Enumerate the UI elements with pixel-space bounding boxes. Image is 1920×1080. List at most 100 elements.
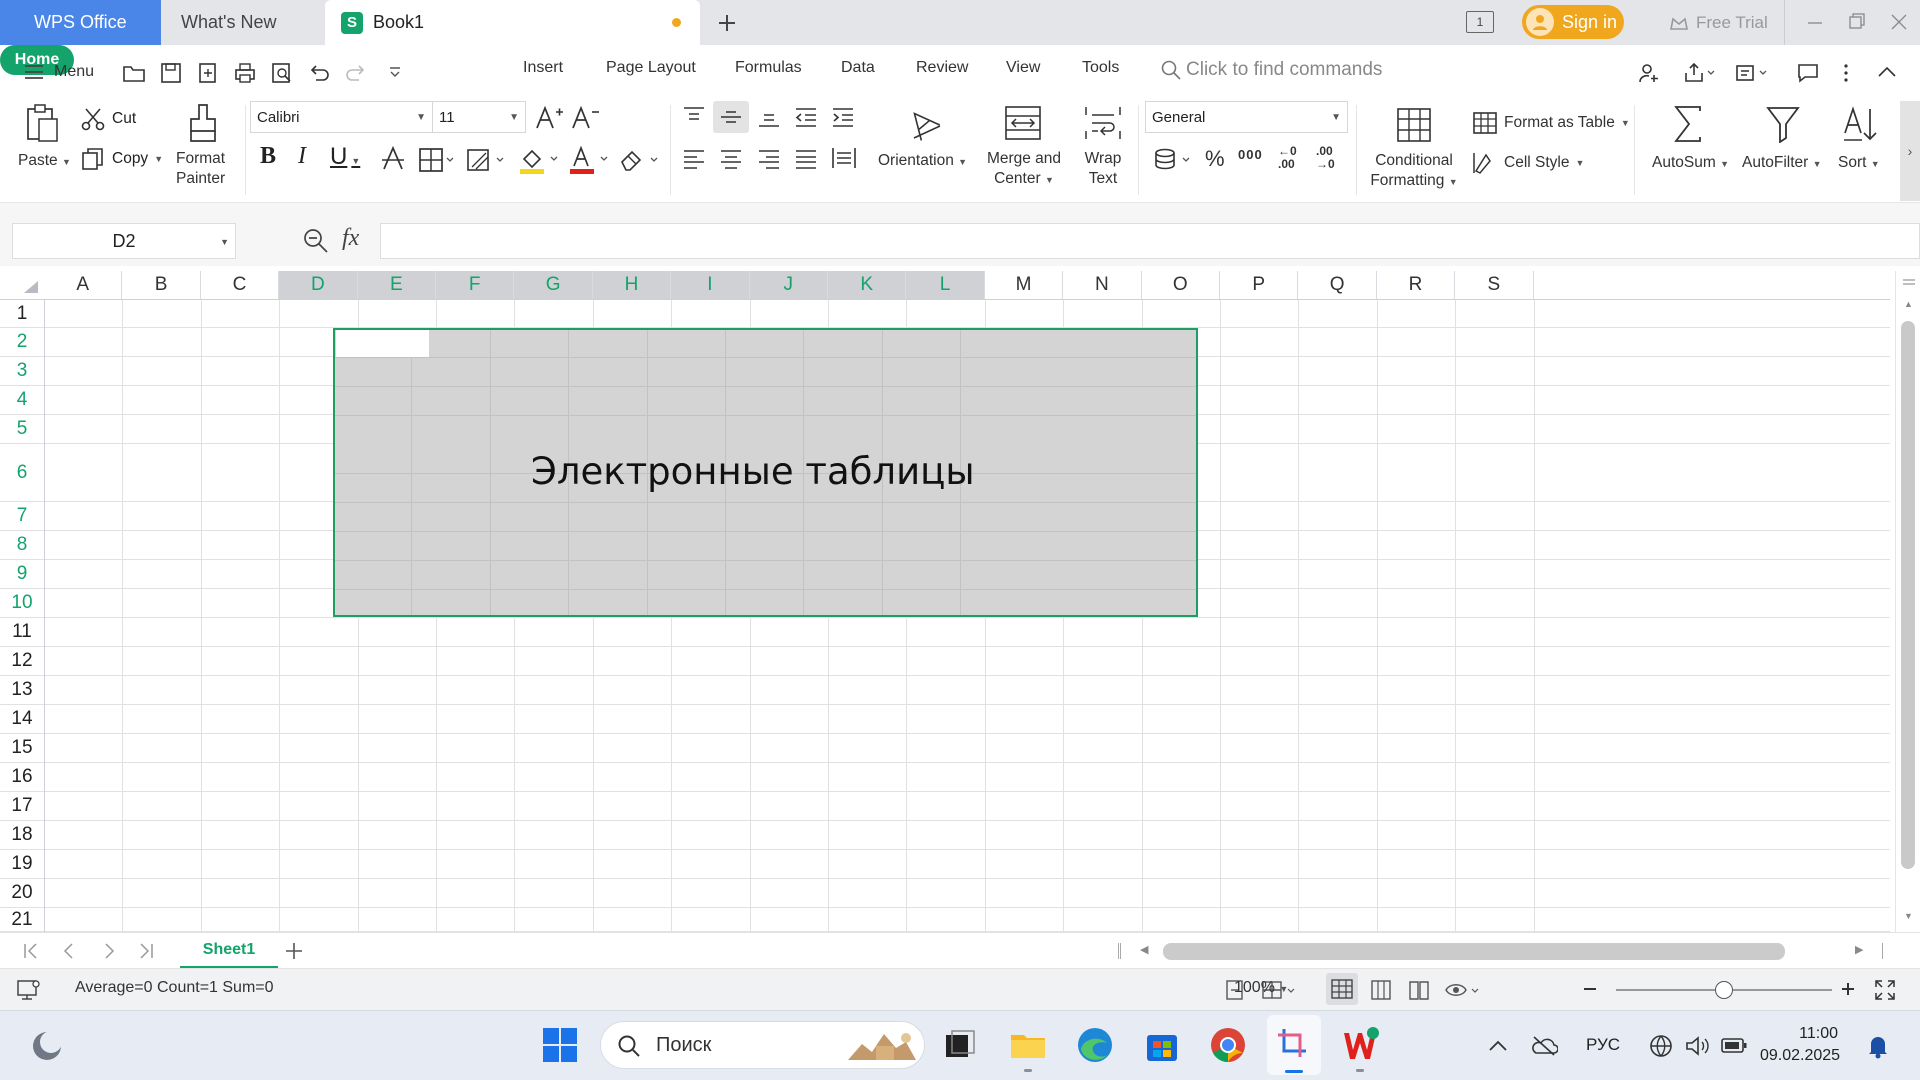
column-header-r[interactable]: R [1377, 271, 1456, 299]
row-header-14[interactable]: 14 [0, 705, 44, 734]
autofilter-button[interactable]: AutoFilter ▼ [1738, 101, 1828, 191]
increase-font-icon[interactable] [534, 104, 564, 132]
row-header-12[interactable]: 12 [0, 647, 44, 676]
horizontal-scroll-thumb[interactable] [1163, 943, 1785, 960]
row-header-11[interactable]: 11 [0, 618, 44, 647]
bold-button[interactable]: B [260, 143, 276, 170]
column-header-a[interactable]: A [44, 271, 123, 299]
justify-icon[interactable] [793, 147, 819, 171]
row-header-16[interactable]: 16 [0, 763, 44, 792]
row-header-15[interactable]: 15 [0, 734, 44, 763]
align-right-icon[interactable] [756, 147, 782, 171]
increase-indent-icon[interactable] [830, 105, 856, 129]
column-header-g[interactable]: G [514, 271, 593, 299]
font-color-icon[interactable] [568, 145, 610, 175]
autosum-button[interactable]: AutoSum ▼ [1646, 101, 1732, 191]
zoom-level[interactable]: 100% ▼ [1234, 979, 1288, 997]
accounting-format-icon[interactable] [1152, 147, 1194, 173]
orientation-button[interactable]: Orientation ▼ [878, 101, 972, 191]
file-explorer-icon[interactable] [1008, 1025, 1048, 1065]
cell-style-button[interactable]: Cell Style ▼ [1472, 151, 1584, 175]
vertical-scrollbar[interactable]: ▲ ▼ [1895, 271, 1920, 932]
page-layout-view-icon[interactable] [1370, 979, 1392, 1001]
row-header-10[interactable]: 10 [0, 589, 44, 618]
spreadsheet-grid[interactable]: ABCDEFGHIJKLMNOPQRS 1 2 3 4 5 6 7 8 9 10 11 12 13 14 1… [0, 271, 1920, 932]
taskbar-search[interactable]: Поиск [600, 1021, 925, 1069]
zoom-formula-icon[interactable] [302, 227, 330, 255]
wps-office-icon[interactable] [1340, 1025, 1380, 1065]
fullscreen-icon[interactable] [1874, 979, 1896, 1001]
menu-button[interactable]: Menu [24, 63, 94, 81]
next-sheet-icon[interactable] [100, 942, 118, 960]
vertical-scroll-thumb[interactable] [1901, 321, 1915, 869]
save-icon[interactable] [159, 61, 183, 85]
row-header-1[interactable]: 1 [0, 300, 44, 328]
tab-formulas[interactable]: Formulas [735, 59, 802, 77]
row-header-13[interactable]: 13 [0, 676, 44, 705]
select-all-icon[interactable] [22, 280, 40, 294]
clear-formatting-icon[interactable] [618, 147, 660, 173]
show-hidden-icons-icon[interactable] [1488, 1037, 1508, 1053]
tab-tools[interactable]: Tools [1082, 59, 1119, 77]
tab-insert[interactable]: Insert [523, 59, 563, 77]
italic-button[interactable]: I [298, 143, 306, 170]
task-list-icon[interactable] [1734, 61, 1770, 85]
sort-button[interactable]: Sort ▼ [1834, 101, 1888, 191]
volume-icon[interactable] [1684, 1033, 1710, 1059]
row-header-18[interactable]: 18 [0, 821, 44, 850]
column-header-j[interactable]: J [749, 271, 828, 299]
windows-start-icon[interactable] [540, 1025, 580, 1065]
print-icon[interactable] [233, 61, 257, 85]
prev-sheet-icon[interactable] [60, 942, 78, 960]
edge-browser-icon[interactable] [1075, 1025, 1115, 1065]
row-header-5[interactable]: 5 [0, 415, 44, 444]
format-as-table-button[interactable]: Format as Table ▼ [1472, 111, 1630, 135]
share-icon[interactable] [1682, 61, 1718, 85]
sheet-tab-sheet1[interactable]: Sheet1 [180, 933, 278, 969]
comment-icon[interactable] [1796, 61, 1820, 85]
weather-icon[interactable] [30, 1029, 64, 1063]
percent-style-button[interactable]: % [1205, 146, 1225, 172]
close-icon[interactable] [1890, 13, 1908, 31]
column-header-d[interactable]: D [279, 271, 358, 299]
split-handle-icon[interactable] [1902, 277, 1916, 291]
align-center-icon[interactable] [718, 147, 744, 171]
battery-icon[interactable] [1720, 1035, 1748, 1057]
row-header-6[interactable]: 6 [0, 444, 44, 502]
column-header-n[interactable]: N [1063, 271, 1142, 299]
undo-icon[interactable] [307, 61, 331, 85]
column-header-e[interactable]: E [357, 271, 436, 299]
align-left-icon[interactable] [681, 147, 707, 171]
zoom-out-icon[interactable] [1582, 981, 1598, 997]
font-size-select[interactable]: 11 ▼ [432, 101, 526, 133]
add-sheet-icon[interactable] [284, 941, 304, 961]
fill-color-icon[interactable] [518, 145, 560, 175]
sign-in-button[interactable]: Sign in [1522, 5, 1624, 39]
cut-button[interactable]: Cut [80, 106, 136, 132]
scroll-up-arrow[interactable]: ▲ [1904, 299, 1913, 309]
column-header-m[interactable]: M [985, 271, 1064, 299]
borders-icon[interactable] [418, 147, 458, 173]
column-header-k[interactable]: K [828, 271, 907, 299]
tab-splitter[interactable] [1118, 943, 1121, 959]
align-middle-button[interactable] [713, 101, 749, 133]
conditional-formatting-button[interactable]: Conditional Formatting ▼ [1364, 101, 1464, 197]
notification-bell-icon[interactable] [1866, 1033, 1890, 1059]
ribbon-scroll-right[interactable]: › [1900, 101, 1920, 201]
column-header-f[interactable]: F [436, 271, 515, 299]
strikethrough-icon[interactable] [380, 145, 406, 173]
tab-whats-new[interactable]: What's New [161, 0, 321, 45]
column-header-h[interactable]: H [592, 271, 672, 299]
microsoft-store-icon[interactable] [1142, 1025, 1182, 1065]
decrease-font-icon[interactable] [570, 104, 600, 132]
command-search[interactable]: Click to find commands [1160, 59, 1382, 81]
increase-decimal-button[interactable]: ←0 .00 [1278, 145, 1304, 171]
chrome-browser-icon[interactable] [1208, 1025, 1248, 1065]
row-header-19[interactable]: 19 [0, 850, 44, 879]
distributed-align-icon[interactable] [830, 145, 858, 171]
task-view-icon[interactable] [940, 1025, 980, 1065]
zoom-slider-knob[interactable] [1715, 981, 1733, 999]
minimize-icon[interactable] [1806, 14, 1824, 32]
row-header-2[interactable]: 2 [0, 328, 44, 357]
font-name-select[interactable]: Calibri ▼ [250, 101, 433, 133]
